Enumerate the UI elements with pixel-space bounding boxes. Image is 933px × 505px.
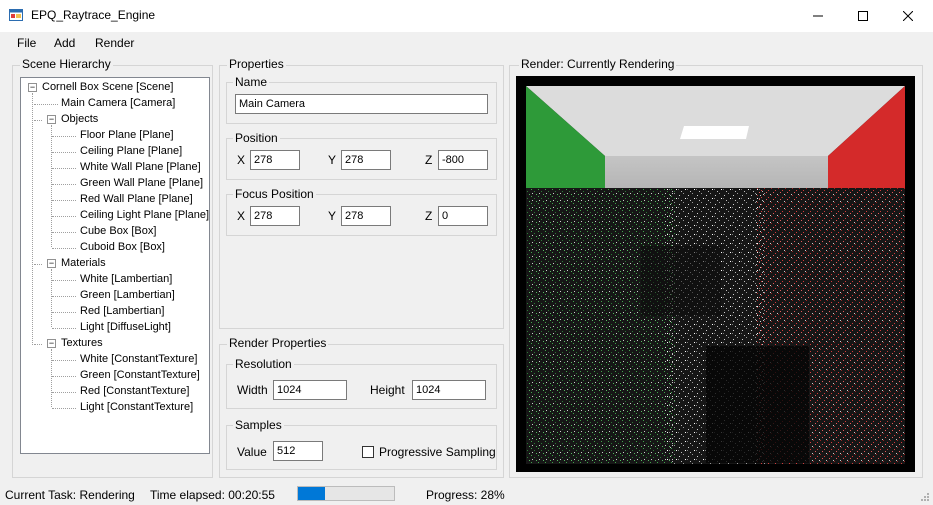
samples-label: Samples bbox=[233, 418, 284, 432]
position-label: Position bbox=[233, 131, 280, 145]
tree-node-material[interactable]: Light [DiffuseLight] bbox=[80, 321, 171, 334]
tree-node-object[interactable]: Green Wall Plane [Plane] bbox=[80, 177, 203, 190]
maximize-icon bbox=[858, 11, 868, 21]
tree-node-texture[interactable]: Light [ConstantTexture] bbox=[80, 401, 193, 414]
position-y-input[interactable] bbox=[341, 150, 391, 170]
focus-x-input[interactable] bbox=[250, 206, 300, 226]
menu-add[interactable]: Add bbox=[52, 36, 77, 50]
close-button[interactable] bbox=[885, 0, 931, 32]
width-input[interactable] bbox=[273, 380, 347, 400]
progressive-sampling-label: Progressive Sampling bbox=[379, 445, 496, 459]
tree-node-object[interactable]: Floor Plane [Plane] bbox=[80, 129, 174, 142]
menu-render[interactable]: Render bbox=[93, 36, 136, 50]
tree-node-object[interactable]: White Wall Plane [Plane] bbox=[80, 161, 201, 174]
progress-status: Progress: 28% bbox=[426, 488, 505, 502]
resize-grip-icon[interactable] bbox=[919, 491, 930, 502]
minimize-button[interactable] bbox=[795, 0, 841, 32]
app-window-icon bbox=[9, 9, 23, 21]
resolution-label: Resolution bbox=[233, 357, 294, 371]
focus-y-input[interactable] bbox=[341, 206, 391, 226]
tree-node-camera[interactable]: Main Camera [Camera] bbox=[61, 97, 175, 110]
minimize-icon bbox=[813, 15, 823, 17]
position-x-input[interactable] bbox=[250, 150, 300, 170]
focus-position-label: Focus Position bbox=[233, 187, 316, 201]
tree-node-material[interactable]: White [Lambertian] bbox=[80, 273, 172, 286]
tree-node-object[interactable]: Ceiling Plane [Plane] bbox=[80, 145, 182, 158]
scene-hierarchy-label: Scene Hierarchy bbox=[20, 57, 113, 71]
name-input[interactable] bbox=[235, 94, 488, 114]
tree-node-object[interactable]: Cube Box [Box] bbox=[80, 225, 156, 238]
height-input[interactable] bbox=[412, 380, 486, 400]
name-label: Name bbox=[233, 75, 270, 89]
tree-node-texture[interactable]: White [ConstantTexture] bbox=[80, 353, 197, 366]
focus-z-input[interactable] bbox=[438, 206, 488, 226]
focus-y-label: Y bbox=[328, 209, 337, 223]
progress-bar bbox=[297, 486, 395, 501]
render-image bbox=[526, 86, 905, 464]
tree-node-object[interactable]: Red Wall Plane [Plane] bbox=[80, 193, 193, 206]
position-x-label: X bbox=[237, 153, 246, 167]
tree-node-object[interactable]: Ceiling Light Plane [Plane] bbox=[80, 209, 209, 222]
focus-x-label: X bbox=[237, 209, 246, 223]
render-properties-label: Render Properties bbox=[227, 336, 329, 350]
collapse-icon[interactable]: − bbox=[47, 259, 56, 268]
focus-z-label: Z bbox=[425, 209, 433, 223]
position-z-input[interactable] bbox=[438, 150, 488, 170]
progress-bar-fill bbox=[298, 487, 325, 500]
close-icon bbox=[903, 11, 913, 21]
window-title: EPQ_Raytrace_Engine bbox=[31, 8, 156, 22]
tree-node-material[interactable]: Green [Lambertian] bbox=[80, 289, 175, 302]
menu-file[interactable]: File bbox=[15, 36, 38, 50]
current-task-status: Current Task: Rendering bbox=[5, 488, 135, 502]
width-label: Width bbox=[237, 383, 268, 397]
tree-node-object[interactable]: Cuboid Box [Box] bbox=[80, 241, 165, 254]
tree-node-materials[interactable]: Materials bbox=[61, 257, 106, 270]
time-elapsed-status: Time elapsed: 00:20:55 bbox=[150, 488, 275, 502]
properties-label: Properties bbox=[227, 57, 286, 71]
tree-node-texture[interactable]: Green [ConstantTexture] bbox=[80, 369, 200, 382]
menu-bar bbox=[0, 32, 933, 54]
tree-node-material[interactable]: Red [Lambertian] bbox=[80, 305, 164, 318]
maximize-button[interactable] bbox=[840, 0, 886, 32]
scene-tree[interactable]: − − − − Cornell Box Scene [Scene] Main C… bbox=[20, 77, 210, 454]
position-z-label: Z bbox=[425, 153, 433, 167]
progressive-sampling-checkbox[interactable] bbox=[362, 446, 374, 458]
collapse-icon[interactable]: − bbox=[47, 115, 56, 124]
render-status-label: Render: Currently Rendering bbox=[519, 57, 677, 71]
collapse-icon[interactable]: − bbox=[28, 83, 37, 92]
tree-node-scene[interactable]: Cornell Box Scene [Scene] bbox=[42, 81, 173, 94]
collapse-icon[interactable]: − bbox=[47, 339, 56, 348]
tree-node-textures[interactable]: Textures bbox=[61, 337, 103, 350]
samples-value-input[interactable] bbox=[273, 441, 323, 461]
samples-value-label: Value bbox=[237, 445, 267, 459]
position-y-label: Y bbox=[328, 153, 337, 167]
height-label: Height bbox=[370, 383, 405, 397]
tree-node-texture[interactable]: Red [ConstantTexture] bbox=[80, 385, 189, 398]
render-output bbox=[516, 76, 915, 472]
tree-node-objects[interactable]: Objects bbox=[61, 113, 98, 126]
